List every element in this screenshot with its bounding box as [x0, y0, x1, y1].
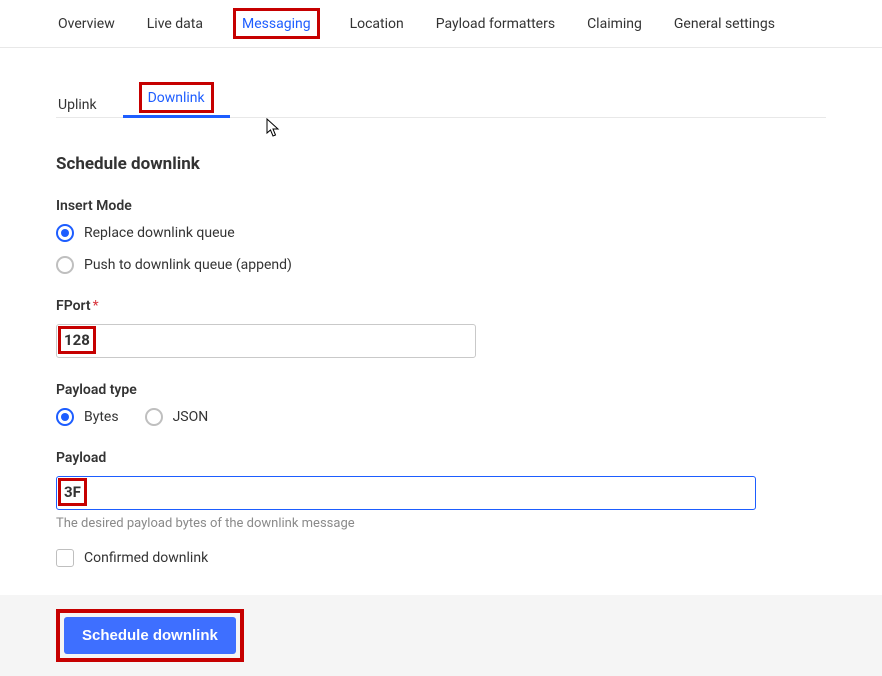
top-tab-bar: Overview Live data Messaging Location Pa…: [0, 0, 882, 48]
sub-tab-downlink[interactable]: Downlink: [148, 90, 205, 106]
sub-tab-downlink-highlight: Downlink: [139, 82, 214, 113]
payload-input[interactable]: [56, 476, 756, 510]
tab-messaging[interactable]: Messaging: [242, 16, 311, 32]
insert-mode-append-label: Push to downlink queue (append): [84, 257, 292, 273]
tab-claiming[interactable]: Claiming: [585, 12, 644, 36]
schedule-downlink-button[interactable]: Schedule downlink: [64, 617, 236, 654]
tab-general-settings[interactable]: General settings: [672, 12, 777, 36]
checkbox-icon: [56, 549, 74, 567]
radio-icon: [56, 408, 74, 426]
insert-mode-replace-label: Replace downlink queue: [84, 225, 235, 241]
fport-input[interactable]: [56, 324, 476, 358]
tab-messaging-highlight: Messaging: [233, 8, 320, 39]
payload-help-text: The desired payload bytes of the downlin…: [56, 516, 826, 531]
confirmed-downlink-label: Confirmed downlink: [84, 550, 208, 566]
tab-location[interactable]: Location: [348, 12, 406, 36]
payload-label: Payload: [56, 450, 826, 466]
action-bar: Schedule downlink: [0, 595, 882, 676]
sub-tab-uplink[interactable]: Uplink: [56, 89, 99, 123]
fport-value-highlight: 128: [58, 326, 96, 354]
payload-type-label: Payload type: [56, 382, 826, 398]
insert-mode-replace[interactable]: Replace downlink queue: [56, 224, 826, 242]
payload-type-json[interactable]: JSON: [145, 408, 209, 426]
tab-payload-formatters[interactable]: Payload formatters: [434, 12, 557, 36]
required-star-icon: *: [93, 298, 99, 314]
fport-label: FPort*: [56, 298, 826, 314]
payload-type-bytes-label: Bytes: [84, 409, 119, 425]
sub-tab-bar: Uplink Downlink: [56, 82, 826, 118]
insert-mode-label: Insert Mode: [56, 198, 826, 214]
payload-type-json-label: JSON: [173, 409, 209, 425]
tab-live-data[interactable]: Live data: [145, 12, 205, 36]
radio-icon: [56, 224, 74, 242]
payload-value-highlight: 3F: [58, 478, 87, 506]
cursor-icon: [266, 118, 280, 138]
confirmed-downlink-checkbox[interactable]: Confirmed downlink: [56, 549, 826, 567]
page-title: Schedule downlink: [56, 154, 826, 174]
payload-type-bytes[interactable]: Bytes: [56, 408, 119, 426]
radio-icon: [145, 408, 163, 426]
tab-overview[interactable]: Overview: [56, 12, 117, 36]
radio-icon: [56, 256, 74, 274]
schedule-button-highlight: Schedule downlink: [56, 609, 244, 662]
insert-mode-append[interactable]: Push to downlink queue (append): [56, 256, 826, 274]
